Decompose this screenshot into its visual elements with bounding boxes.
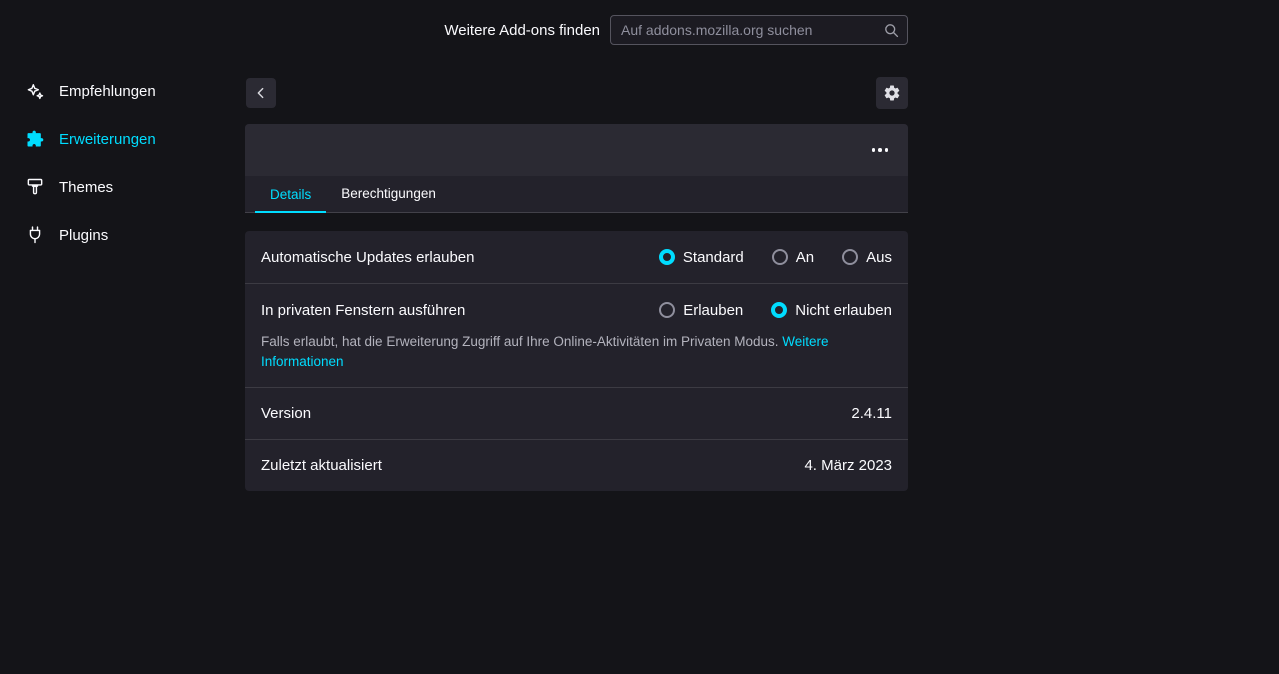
radio-erlauben[interactable]: Erlauben [659, 302, 743, 319]
version-value: 2.4.11 [851, 405, 892, 422]
main-content: Details Berechtigungen Automatische Upda… [245, 60, 908, 491]
radio-circle[interactable] [659, 302, 675, 318]
radio-circle[interactable] [842, 249, 858, 265]
addons-search-box [610, 15, 908, 45]
detail-toolbar [245, 60, 908, 124]
row-auto-updates: Automatische Updates erlauben Standard A… [245, 231, 908, 283]
settings-button[interactable] [876, 77, 908, 109]
sidebar-item-label: Erweiterungen [59, 131, 156, 148]
addons-search-input[interactable] [611, 16, 875, 44]
last-updated-value: 4. März 2023 [804, 457, 892, 474]
row-last-updated: Zuletzt aktualisiert 4. März 2023 [245, 439, 908, 491]
sidebar-item-plugins[interactable]: Plugins [0, 211, 245, 259]
private-windows-description: Falls erlaubt, hat die Erweiterung Zugri… [261, 332, 892, 373]
gear-icon [883, 84, 901, 102]
sidebar-item-themes[interactable]: Themes [0, 163, 245, 211]
sidebar-item-erweiterungen[interactable]: Erweiterungen [0, 115, 245, 163]
row-private-windows: In privaten Fenstern ausführen Erlauben … [245, 283, 908, 387]
radio-standard[interactable]: Standard [659, 249, 744, 266]
radio-circle[interactable] [772, 249, 788, 265]
auto-updates-radio-group: Standard An Aus [659, 249, 892, 266]
find-addons-label: Weitere Add-ons finden [444, 22, 600, 39]
sidebar: Empfehlungen Erweiterungen Themes [0, 67, 245, 259]
topbar: Weitere Add-ons finden [0, 0, 908, 60]
sidebar-item-label: Themes [59, 179, 113, 196]
addon-detail-rows: Automatische Updates erlauben Standard A… [245, 231, 908, 491]
private-windows-label: In privaten Fenstern ausführen [261, 302, 465, 319]
plug-icon [25, 225, 45, 245]
version-label: Version [261, 405, 311, 422]
sparkle-icon [25, 81, 45, 101]
search-icon[interactable] [875, 16, 907, 44]
sidebar-item-label: Plugins [59, 227, 108, 244]
tab-berechtigungen[interactable]: Berechtigungen [326, 176, 451, 212]
row-version: Version 2.4.11 [245, 387, 908, 439]
sidebar-item-empfehlungen[interactable]: Empfehlungen [0, 67, 245, 115]
paintbrush-icon [25, 177, 45, 197]
sidebar-item-label: Empfehlungen [59, 83, 156, 100]
addon-detail-card-header: Details Berechtigungen [245, 124, 908, 213]
tab-details[interactable]: Details [255, 177, 326, 213]
radio-circle[interactable] [771, 302, 787, 318]
addon-card-header-strip [245, 124, 908, 176]
ellipsis-icon [872, 148, 876, 152]
last-updated-label: Zuletzt aktualisiert [261, 457, 382, 474]
radio-an[interactable]: An [772, 249, 814, 266]
auto-updates-label: Automatische Updates erlauben [261, 249, 474, 266]
detail-tabs: Details Berechtigungen [245, 176, 908, 213]
radio-nicht-erlauben[interactable]: Nicht erlauben [771, 302, 892, 319]
addons-manager-page: Weitere Add-ons finden Empfehlungen [0, 0, 1279, 674]
private-windows-radio-group: Erlauben Nicht erlauben [659, 302, 892, 319]
puzzle-icon [25, 129, 45, 149]
back-button[interactable] [246, 78, 276, 108]
radio-aus[interactable]: Aus [842, 249, 892, 266]
more-options-button[interactable] [866, 138, 894, 162]
radio-circle[interactable] [659, 249, 675, 265]
